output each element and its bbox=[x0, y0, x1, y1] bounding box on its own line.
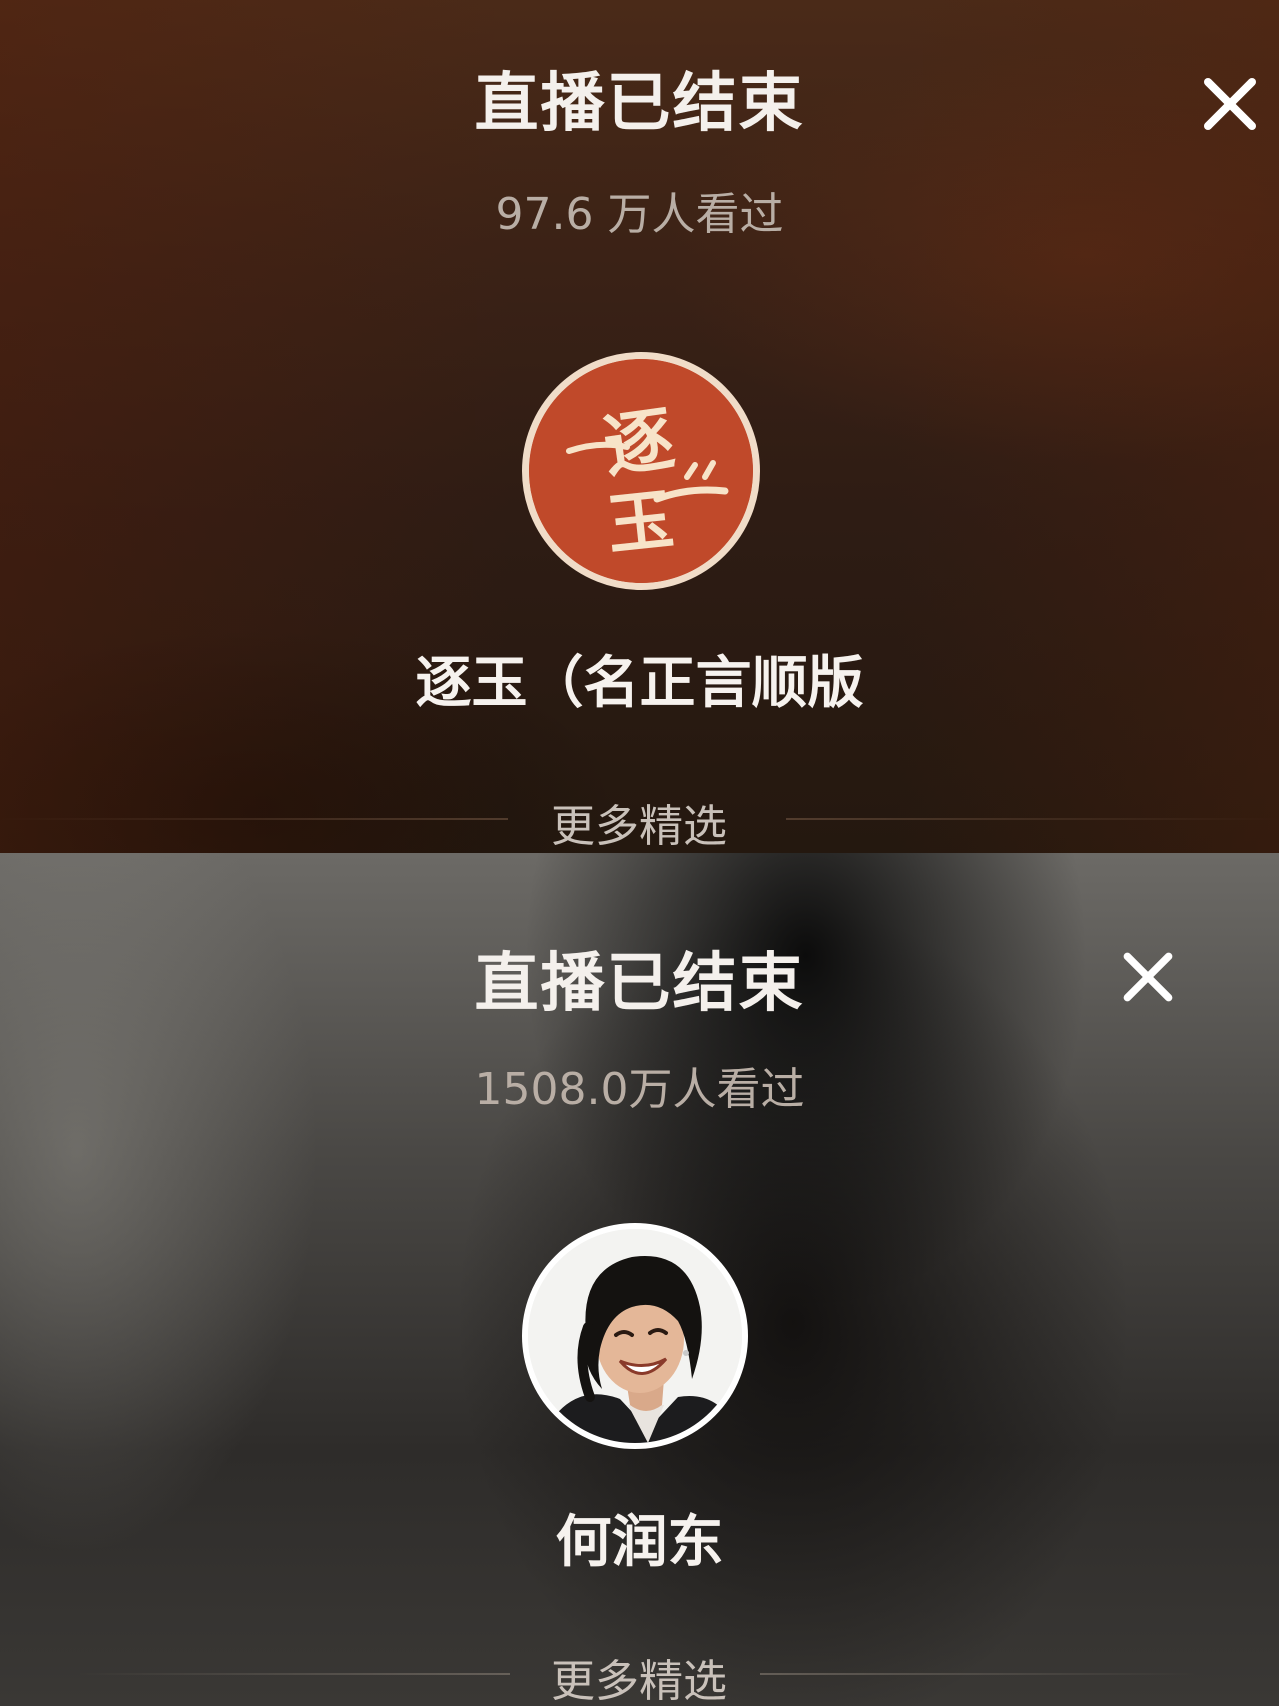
streamer-name[interactable]: 逐玉（名正言顺版 bbox=[0, 638, 1279, 719]
live-ended-title: 直播已结束 bbox=[474, 67, 805, 141]
more-picks-link[interactable]: 更多精选 bbox=[520, 790, 758, 853]
viewer-count: 1508.0万人看过 bbox=[474, 1064, 805, 1115]
close-button[interactable] bbox=[1118, 947, 1178, 1007]
live-ended-title: 直播已结束 bbox=[474, 947, 805, 1021]
live-ended-panel-1: 直播已结束 97.6 万人看过 逐 玉 逐玉（名正言顺版 更多精选 bbox=[0, 0, 1279, 853]
divider-right bbox=[786, 818, 1279, 820]
streamer-name[interactable]: 何润东 bbox=[0, 1497, 1279, 1578]
svg-text:玉: 玉 bbox=[603, 480, 677, 564]
divider-left bbox=[0, 818, 508, 820]
divider-right bbox=[760, 1673, 1196, 1675]
more-picks-link[interactable]: 更多精选 bbox=[520, 1645, 758, 1706]
divider-left bbox=[78, 1673, 510, 1675]
close-icon bbox=[1204, 78, 1256, 130]
viewer-count: 97.6 万人看过 bbox=[495, 189, 784, 240]
close-button[interactable] bbox=[1198, 72, 1262, 136]
live-ended-panel-2: 直播已结束 1508.0万人看过 何润东 更多精选 bbox=[0, 853, 1279, 1706]
close-icon bbox=[1123, 952, 1173, 1002]
streamer-avatar[interactable] bbox=[522, 1223, 748, 1449]
streamer-photo bbox=[528, 1229, 742, 1443]
streamer-avatar[interactable]: 逐 玉 bbox=[522, 352, 760, 590]
drama-logo-icon: 逐 玉 bbox=[529, 359, 753, 583]
